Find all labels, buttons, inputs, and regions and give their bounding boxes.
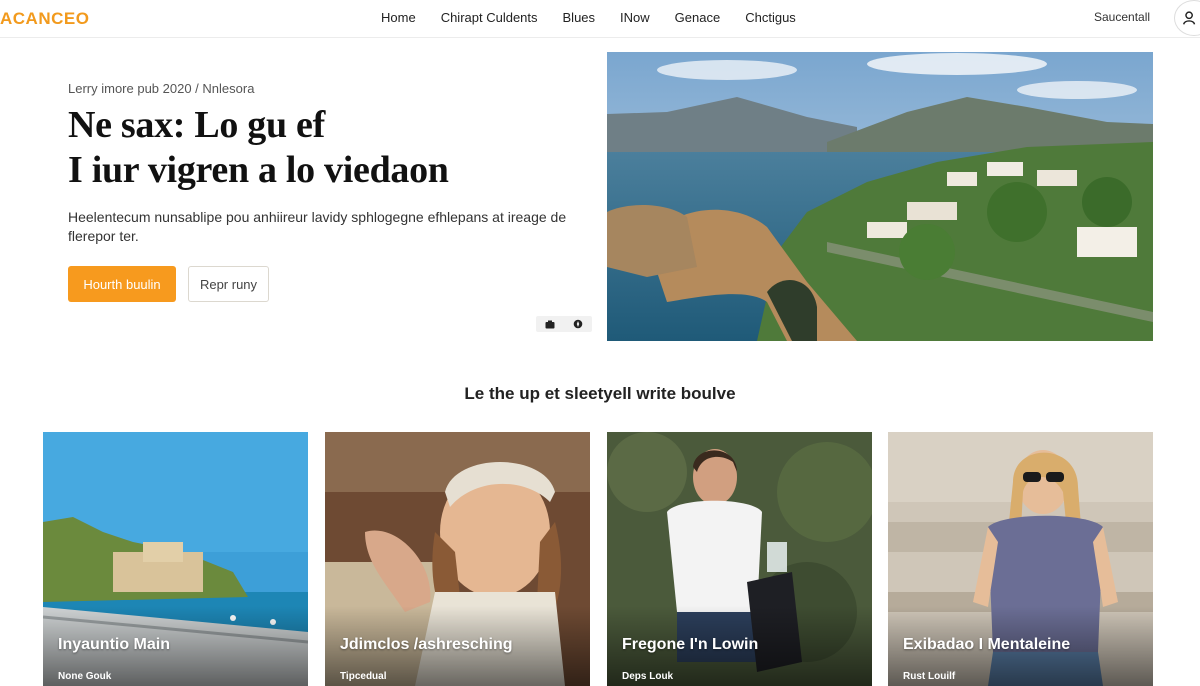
compass-icon[interactable] bbox=[570, 317, 586, 331]
secondary-cta-button[interactable]: Repr runy bbox=[188, 266, 269, 302]
card-title: Exibadao I Mentaleine bbox=[903, 636, 1071, 653]
nav-item-6[interactable]: Chctigus bbox=[745, 10, 796, 25]
nav-item-4[interactable]: INow bbox=[620, 10, 650, 25]
nav-item-3[interactable]: Blues bbox=[563, 10, 596, 25]
page-title: Ne sax: Lo gu ef I iur vigren a lo vieda… bbox=[68, 103, 588, 193]
breadcrumb: Lerry imore pub 2020 / Nnlesora bbox=[68, 81, 255, 96]
section-title: Le the up et sleetyell write boulve bbox=[464, 384, 736, 403]
card-grid: Inyauntio Main None Gouk Jdimclos /ashre… bbox=[43, 432, 1153, 686]
user-icon bbox=[1182, 11, 1196, 25]
nav-item-5[interactable]: Genace bbox=[675, 10, 721, 25]
page-title-line-2: I iur vigren a lo viedaon bbox=[68, 149, 449, 191]
card-2[interactable]: Jdimclos /ashresching Tipcedual bbox=[325, 432, 590, 686]
card-subtitle: Rust Louilf bbox=[903, 671, 956, 682]
card-subtitle: None Gouk bbox=[58, 671, 112, 682]
card-title: Fregone I'n Lowin bbox=[622, 636, 759, 653]
carousel-controls bbox=[536, 316, 592, 332]
card-4[interactable]: Exibadao I Mentaleine Rust Louilf bbox=[888, 432, 1153, 686]
card-3[interactable]: Fregone I'n Lowin Deps Louk bbox=[607, 432, 872, 686]
card-title: Inyauntio Main bbox=[58, 636, 170, 653]
card-title: Jdimclos /ashresching bbox=[340, 636, 513, 653]
account-button[interactable] bbox=[1174, 0, 1200, 36]
card-1[interactable]: Inyauntio Main None Gouk bbox=[43, 432, 308, 686]
top-header: ACANCEO Home Chirapt Culdents Blues INow… bbox=[0, 0, 1200, 38]
coastal-village-photo bbox=[607, 52, 1153, 341]
brand-logo[interactable]: ACANCEO bbox=[0, 9, 89, 29]
hero-description: Heelentecum nunsablipe pou anhiireur lav… bbox=[68, 209, 567, 244]
page-title-line-1: Ne sax: Lo gu ef bbox=[68, 104, 325, 146]
card-subtitle: Deps Louk bbox=[622, 671, 674, 682]
nav-item-2[interactable]: Chirapt Culdents bbox=[441, 10, 538, 25]
main-nav: Home Chirapt Culdents Blues INow Genace … bbox=[381, 10, 821, 25]
hero-image bbox=[607, 52, 1153, 341]
nav-item-home[interactable]: Home bbox=[381, 10, 416, 25]
camera-icon[interactable] bbox=[542, 317, 558, 331]
sign-in-link[interactable]: Saucentall bbox=[1094, 10, 1150, 24]
primary-cta-button[interactable]: Hourth buulin bbox=[68, 266, 176, 302]
card-subtitle: Tipcedual bbox=[340, 671, 387, 682]
